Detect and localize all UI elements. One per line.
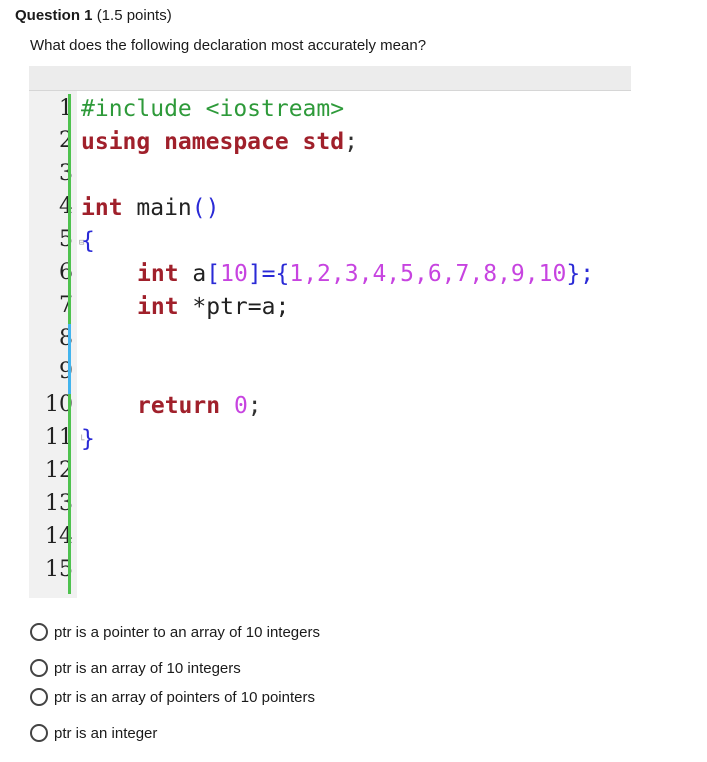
code-token: #include (81, 96, 192, 122)
code-line-1: #include <iostream> (81, 93, 344, 125)
option-label: ptr is an array of pointers of 10 pointe… (54, 688, 315, 706)
code-image: 1 2 3 4 5 6 7 8 9 10 11 12 13 14 15 ⊟ └ … (29, 66, 631, 598)
code-line-7: int *ptr=a; (137, 291, 289, 323)
code-token: ; (344, 129, 358, 155)
code-line-11: } (81, 423, 95, 455)
code-line-4: int main() (81, 192, 220, 224)
code-token: main (122, 195, 192, 221)
code-line-2: using namespace std; (81, 126, 358, 158)
code-line-5: { (81, 225, 95, 257)
radio-button[interactable] (30, 623, 48, 641)
code-token: 1,2,3,4,5,6,7,8,9,10 (289, 261, 567, 287)
code-token: int (137, 294, 179, 320)
code-token: [ (206, 261, 221, 287)
radio-button[interactable] (30, 688, 48, 706)
change-bar-green (68, 394, 71, 594)
answer-option-1[interactable]: ptr is a pointer to an array of 10 integ… (30, 623, 390, 641)
code-token: int (81, 195, 123, 221)
code-line-6: int a[10]={1,2,3,4,5,6,7,8,9,10}; (137, 258, 594, 290)
question-header: Question 1 (1.5 points) (15, 7, 172, 24)
change-bar-green (68, 94, 71, 324)
code-token: <iostream> (191, 96, 345, 122)
answer-option-3[interactable]: ptr is an array of pointers of 10 pointe… (30, 688, 390, 706)
code-token: ; (247, 393, 262, 419)
code-token: 0 (220, 393, 248, 419)
code-token: return (137, 393, 221, 419)
code-token: 10 (220, 261, 248, 287)
option-label: ptr is an array of 10 integers (54, 659, 241, 677)
code-token: int (137, 261, 179, 287)
question-points: (1.5 points) (96, 7, 172, 24)
question-prompt: What does the following declaration most… (30, 37, 427, 54)
code-token: }; (566, 261, 595, 287)
question-title: Question 1 (15, 7, 93, 24)
code-token: ]={ (247, 261, 290, 287)
option-label: ptr is an integer (54, 724, 158, 742)
code-token: a (178, 261, 207, 287)
code-token: using namespace std (81, 129, 345, 155)
code-token: { (81, 228, 95, 254)
code-token: *ptr=a; (178, 294, 290, 320)
answer-option-2[interactable]: ptr is an array of 10 integers (30, 659, 390, 677)
option-label: ptr is a pointer to an array of 10 integ… (54, 623, 320, 641)
answer-option-4[interactable]: ptr is an integer (30, 724, 390, 742)
code-editor-topbar (29, 66, 631, 91)
change-bar-blue (68, 324, 71, 394)
code-token: } (81, 426, 95, 452)
radio-button[interactable] (30, 724, 48, 742)
radio-button[interactable] (30, 659, 48, 677)
code-line-10: return 0; (137, 390, 262, 422)
code-token: () (191, 195, 220, 221)
